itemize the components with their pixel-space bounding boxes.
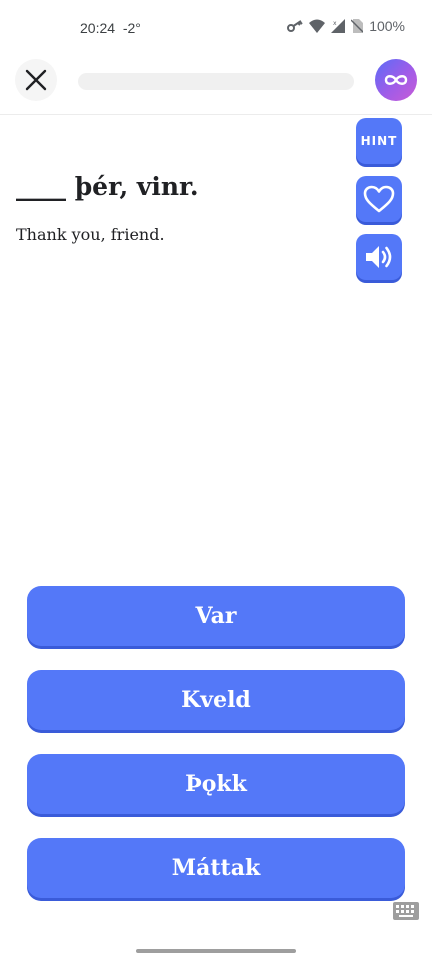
play-audio-button[interactable] <box>356 234 402 280</box>
hint-label: HINT <box>360 134 398 148</box>
wifi-icon <box>309 19 326 33</box>
heart-icon <box>363 185 395 213</box>
answer-option[interactable]: Kveld <box>27 670 405 730</box>
status-temperature: -2° <box>122 20 141 36</box>
key-icon <box>287 20 303 32</box>
answer-option[interactable]: Var <box>27 586 405 646</box>
status-bar: 20:24 -2° x 100% <box>0 0 432 56</box>
svg-text:x: x <box>333 20 337 27</box>
home-indicator[interactable] <box>136 949 296 953</box>
favorite-button[interactable] <box>356 176 402 222</box>
lesson-progress-bar <box>78 73 354 90</box>
answer-option[interactable]: Þǫkk <box>27 754 405 814</box>
close-icon <box>25 69 47 91</box>
hint-button[interactable]: HINT <box>356 118 402 164</box>
prompt-translation: Thank you, friend. <box>16 225 165 244</box>
infinity-icon <box>384 75 408 85</box>
keyboard-icon[interactable] <box>393 902 419 920</box>
prompt-sentence: ____ þér, vinr. <box>16 172 199 201</box>
answer-option[interactable]: Máttak <box>27 838 405 898</box>
status-icons: x 100% <box>287 18 405 34</box>
lesson-top-bar <box>0 56 432 115</box>
speaker-icon <box>366 246 392 268</box>
signal-icon: x <box>331 19 346 33</box>
battery-text: 100% <box>369 18 405 34</box>
no-sim-icon <box>351 19 364 33</box>
status-time: 20:24 -2° <box>80 20 141 36</box>
close-button[interactable] <box>15 59 57 101</box>
infinity-button[interactable] <box>375 59 417 101</box>
